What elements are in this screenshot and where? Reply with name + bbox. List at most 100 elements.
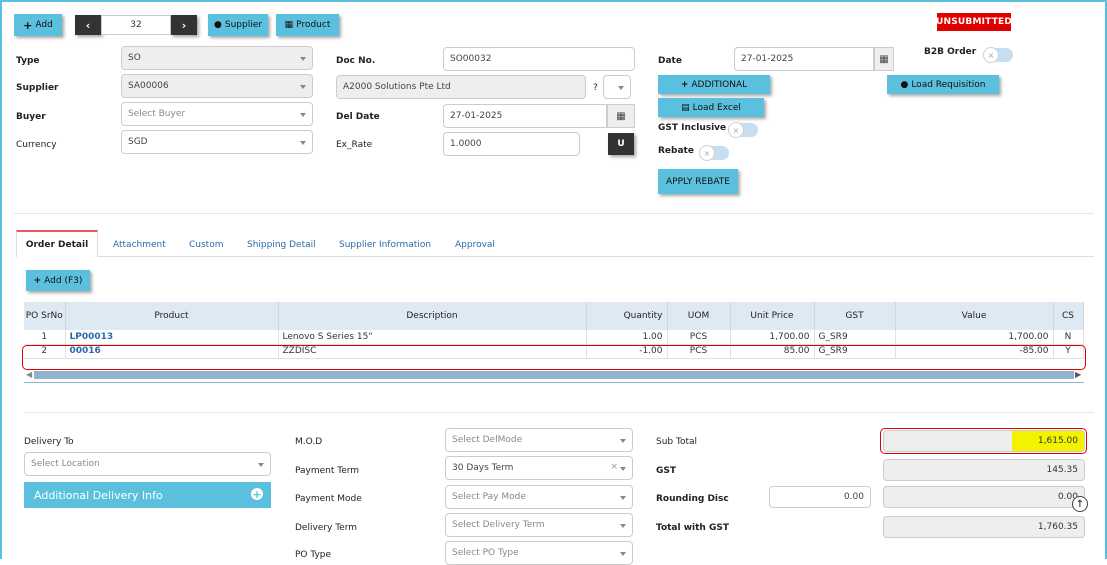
currency-label: Currency xyxy=(16,140,57,150)
mod-select[interactable]: Select DelMode xyxy=(445,428,633,452)
chevron-down-icon xyxy=(618,86,624,90)
date-label: Date xyxy=(658,56,682,66)
record-number-input[interactable]: 32 xyxy=(101,15,171,35)
apply-rebate-button[interactable]: APPLY REBATE xyxy=(658,169,738,194)
b2b-label: B2B Order xyxy=(924,47,977,57)
clear-icon[interactable]: × xyxy=(610,462,618,472)
exrate-input[interactable]: 1.0000 xyxy=(443,132,580,156)
date-calendar-button[interactable]: ▦ xyxy=(874,47,894,71)
docno-input[interactable]: SO00032 xyxy=(443,47,635,71)
plus-icon: + xyxy=(680,79,689,90)
tab-shipping-detail[interactable]: Shipping Detail xyxy=(247,240,316,250)
rebate-toggle[interactable]: × xyxy=(699,145,729,161)
cell-srno: 1 xyxy=(24,330,66,345)
chevron-right-icon: › xyxy=(181,18,187,32)
load-excel-button[interactable]: ▤ Load Excel xyxy=(658,98,764,117)
next-record-button[interactable]: › xyxy=(171,15,197,35)
payment-mode-label: Payment Mode xyxy=(295,494,362,504)
cell-cs: N xyxy=(1053,330,1084,345)
col-header-cs[interactable]: CS xyxy=(1053,302,1084,330)
exrate-label: Ex_Rate xyxy=(336,140,373,150)
table-horizontal-scrollbar[interactable] xyxy=(34,371,1074,379)
type-select[interactable]: SO xyxy=(121,46,313,70)
chevron-down-icon xyxy=(620,524,626,528)
cell-product-link[interactable]: LP00013 xyxy=(65,330,279,345)
mod-label: M.O.D xyxy=(295,437,323,447)
calendar-icon: ▦ xyxy=(616,110,626,122)
load-requisition-button[interactable]: ● Load Requisition xyxy=(887,75,999,94)
row-highlight-annotation xyxy=(22,345,1086,370)
update-rate-button[interactable]: U xyxy=(608,133,634,155)
payment-mode-select[interactable]: Select Pay Mode xyxy=(445,485,633,509)
supplier-name-field: A2000 Solutions Pte Ltd xyxy=(336,75,586,99)
chevron-left-icon: ‹ xyxy=(85,18,91,32)
chevron-down-icon xyxy=(300,57,306,61)
tab-supplier-information[interactable]: Supplier Information xyxy=(339,240,431,250)
add-button[interactable]: + Add xyxy=(14,14,62,36)
deldate-calendar-button[interactable]: ▦ xyxy=(607,104,635,128)
col-header-product[interactable]: Product xyxy=(65,302,279,330)
product-icon: ▦ xyxy=(284,20,294,30)
chevron-down-icon xyxy=(620,467,626,471)
tab-attachment[interactable]: Attachment xyxy=(113,240,166,250)
gst-inclusive-toggle[interactable]: × xyxy=(728,122,758,138)
type-label: Type xyxy=(16,56,40,66)
additional-button[interactable]: + ADDITIONAL xyxy=(658,75,770,94)
section-divider xyxy=(14,213,1094,214)
payment-term-select[interactable]: 30 Days Term × xyxy=(445,456,633,480)
tab-order-detail[interactable]: Order Detail xyxy=(16,230,98,257)
table-row[interactable]: 1 LP00013 Lenovo S Series 15" 1.00 PCS 1… xyxy=(24,330,1084,345)
subtotal-highlight-annotation xyxy=(880,428,1087,454)
col-header-value[interactable]: Value xyxy=(895,302,1054,330)
currency-select[interactable]: SGD xyxy=(121,130,313,154)
chevron-down-icon xyxy=(300,141,306,145)
table-bottom-border xyxy=(24,382,1084,383)
buyer-label: Buyer xyxy=(16,112,46,122)
payment-term-label: Payment Term xyxy=(295,466,360,476)
cell-unit-price: 1,700.00 xyxy=(730,330,815,345)
location-select[interactable]: Select Location xyxy=(24,452,271,476)
po-type-select[interactable]: Select PO Type xyxy=(445,541,633,565)
delivery-to-label: Delivery To xyxy=(24,437,74,447)
gst-total-label: GST xyxy=(656,466,677,476)
scroll-left-icon[interactable]: ◀ xyxy=(26,370,32,379)
prev-record-button[interactable]: ‹ xyxy=(75,15,101,35)
date-input[interactable]: 27-01-2025 xyxy=(734,47,874,71)
deldate-input[interactable]: 27-01-2025 xyxy=(443,104,607,128)
col-header-quantity[interactable]: Quantity xyxy=(586,302,668,330)
toggle-off-icon: × xyxy=(728,122,744,138)
cell-gst: G_SR9 xyxy=(814,330,896,345)
product-button[interactable]: ▦ Product xyxy=(276,14,339,36)
delivery-term-label: Delivery Term xyxy=(295,523,358,533)
tab-custom[interactable]: Custom xyxy=(189,240,223,250)
col-header-description[interactable]: Description xyxy=(278,302,587,330)
docno-label: Doc No. xyxy=(336,56,376,66)
scroll-right-icon[interactable]: ▶ xyxy=(1075,370,1081,379)
buyer-select[interactable]: Select Buyer xyxy=(121,102,313,126)
tab-approval[interactable]: Approval xyxy=(455,240,495,250)
tab-baseline xyxy=(98,256,1094,257)
user-icon: ● xyxy=(214,20,222,30)
supplier-button[interactable]: ● Supplier xyxy=(208,14,268,36)
chevron-down-icon xyxy=(620,439,626,443)
file-excel-icon: ▤ xyxy=(681,102,690,113)
plus-icon: + xyxy=(33,275,42,286)
gst-total-field: 145.35 xyxy=(883,459,1085,481)
scroll-to-top-icon[interactable]: ↑ xyxy=(1072,496,1088,512)
col-header-unit-price[interactable]: Unit Price xyxy=(730,302,815,330)
supplier-option-select[interactable] xyxy=(603,75,631,99)
col-header-srno[interactable]: PO SrNo xyxy=(24,302,66,330)
add-row-button[interactable]: + Add (F3) xyxy=(26,270,90,291)
status-badge: UNSUBMITTED xyxy=(936,13,1012,31)
deldate-label: Del Date xyxy=(336,112,380,122)
rounding-disc-input[interactable]: 0.00 xyxy=(769,486,871,508)
rebate-label: Rebate xyxy=(658,146,694,156)
delivery-term-select[interactable]: Select Delivery Term xyxy=(445,513,633,537)
b2b-toggle[interactable]: × xyxy=(983,47,1013,63)
supplier-select[interactable]: SA00006 xyxy=(121,74,313,98)
col-header-uom[interactable]: UOM xyxy=(667,302,731,330)
table-header-row: PO SrNo Product Description Quantity UOM… xyxy=(24,302,1084,330)
additional-delivery-info-button[interactable]: Additional Delivery Info + xyxy=(24,482,271,508)
col-header-gst[interactable]: GST xyxy=(814,302,896,330)
question-label: ? xyxy=(593,83,598,93)
